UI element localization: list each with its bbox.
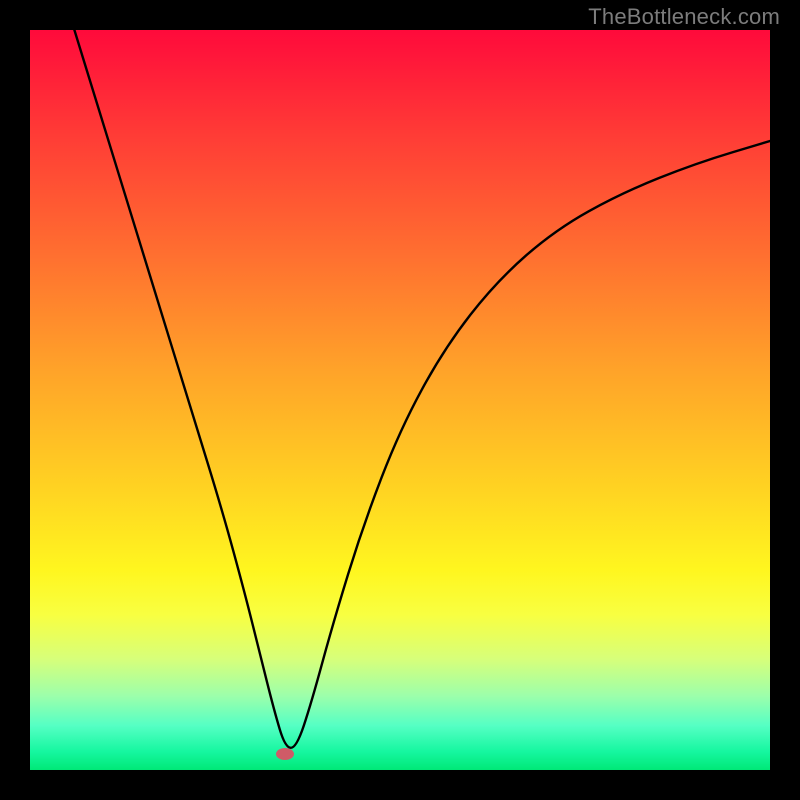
optimum-marker [276, 748, 294, 760]
plot-area [30, 30, 770, 770]
watermark-text: TheBottleneck.com [588, 4, 780, 30]
bottleneck-curve [74, 30, 770, 748]
chart-frame: TheBottleneck.com [0, 0, 800, 800]
curve-layer [30, 30, 770, 770]
